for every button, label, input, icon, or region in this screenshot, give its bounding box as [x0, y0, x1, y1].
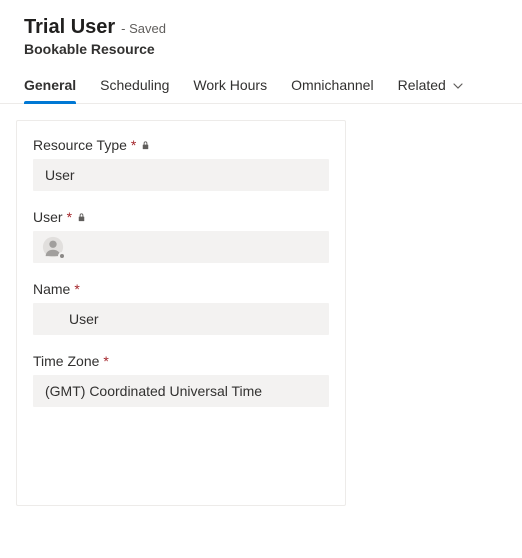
required-indicator: *	[131, 137, 136, 153]
tab-label: Work Hours	[193, 77, 267, 93]
field-name: Name *	[33, 281, 329, 335]
tab-label: Omnichannel	[291, 77, 374, 93]
record-header: Trial User - Saved Bookable Resource	[0, 0, 522, 65]
time-zone-input[interactable]	[33, 375, 329, 407]
presence-indicator	[58, 252, 66, 260]
required-indicator: *	[103, 353, 108, 369]
name-input[interactable]	[33, 303, 329, 335]
field-label-text: Name	[33, 281, 70, 297]
chevron-down-icon	[452, 80, 464, 92]
lock-icon	[140, 140, 151, 151]
field-label-text: User	[33, 209, 63, 225]
tab-work-hours[interactable]: Work Hours	[193, 77, 267, 103]
field-label-text: Time Zone	[33, 353, 99, 369]
tab-general[interactable]: General	[24, 77, 76, 103]
field-time-zone: Time Zone *	[33, 353, 329, 407]
tab-label: General	[24, 77, 76, 93]
field-label-text: Resource Type	[33, 137, 127, 153]
record-title: Trial User	[24, 16, 115, 39]
tab-label: Related	[398, 77, 446, 93]
save-status: - Saved	[121, 21, 166, 36]
required-indicator: *	[67, 209, 72, 225]
field-user: User *	[33, 209, 329, 263]
user-lookup-input[interactable]	[33, 231, 329, 263]
tab-label: Scheduling	[100, 77, 169, 93]
lock-icon	[76, 212, 87, 223]
resource-type-input[interactable]	[33, 159, 329, 191]
general-form-card: Resource Type * User * Name *	[16, 120, 346, 506]
tab-bar: General Scheduling Work Hours Omnichanne…	[0, 65, 522, 104]
tab-related[interactable]: Related	[398, 77, 464, 103]
tab-omnichannel[interactable]: Omnichannel	[291, 77, 374, 103]
tab-scheduling[interactable]: Scheduling	[100, 77, 169, 103]
entity-name: Bookable Resource	[24, 41, 498, 57]
required-indicator: *	[74, 281, 79, 297]
field-resource-type: Resource Type *	[33, 137, 329, 191]
avatar	[41, 235, 65, 259]
